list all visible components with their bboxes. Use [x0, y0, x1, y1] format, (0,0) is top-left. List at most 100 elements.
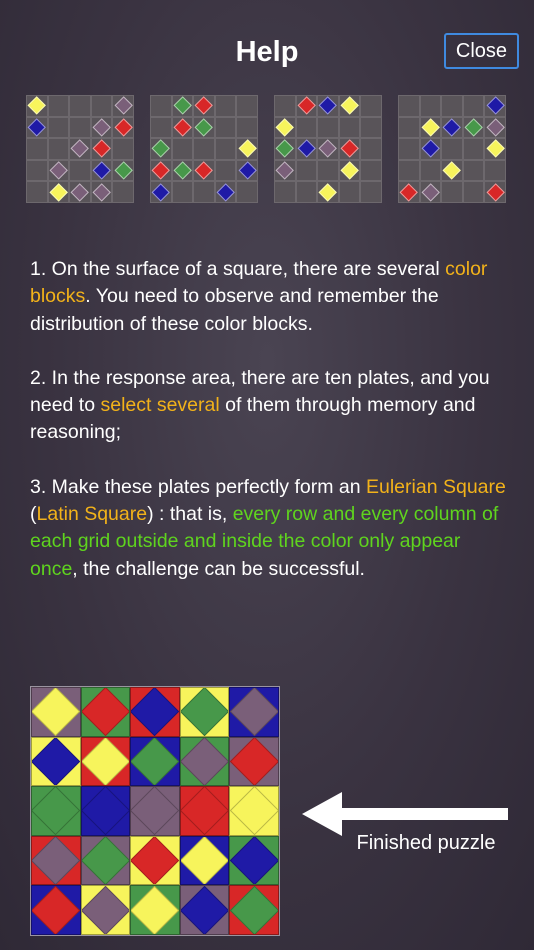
thumbnail-cell: [274, 95, 296, 117]
instruction-text: 1. On the surface of a square, there are…: [30, 258, 446, 280]
finished-puzzle-grid: [30, 686, 280, 936]
instruction-text: 3. Make these plates perfectly form an: [30, 475, 366, 498]
puzzle-cell: [130, 885, 180, 935]
thumbnail-cell: [236, 116, 258, 139]
puzzle-cell: [31, 786, 81, 836]
puzzle-diamond: [81, 886, 130, 934]
thumbnail-cell: [295, 159, 318, 182]
instruction-text: . You need to observe and remember the d…: [30, 285, 439, 335]
thumbnail-cell: [398, 138, 420, 160]
puzzle-diamond: [131, 687, 179, 736]
thumbnail-cell: [274, 181, 296, 203]
thumbnail-cell: [462, 95, 485, 117]
thumbnail-cell: [419, 95, 442, 117]
puzzle-diamond: [31, 687, 80, 736]
thumbnail-cell: [214, 95, 237, 117]
thumbnail-cell: [317, 159, 339, 182]
thumbnail-cell: [295, 181, 318, 203]
thumbnail-cell: [26, 159, 48, 182]
puzzle-diamond: [81, 836, 130, 885]
puzzle-cell: [31, 885, 81, 935]
puzzle-diamond: [31, 836, 80, 885]
puzzle-cell: [229, 687, 279, 737]
puzzle-diamond: [180, 886, 229, 934]
close-button[interactable]: Close: [444, 33, 519, 69]
puzzle-diamond: [230, 737, 278, 786]
thumbnail-cell: [47, 116, 70, 139]
thumbnail-cell: [69, 116, 91, 139]
instruction-step-2: 2. In the response area, there are ten p…: [30, 365, 510, 447]
puzzle-diamond: [230, 836, 278, 885]
puzzle-diamond: [131, 836, 179, 885]
puzzle-diamond: [131, 787, 179, 835]
puzzle-diamond: [230, 886, 278, 934]
puzzle-cell: [229, 786, 279, 836]
puzzle-cell: [80, 835, 131, 886]
thumbnail-cell: [295, 116, 318, 139]
thumbnail-cell: [338, 181, 361, 203]
instructions: 1. On the surface of a square, there are…: [30, 256, 510, 610]
puzzle-diamond: [131, 737, 179, 786]
puzzle-diamond: [81, 687, 130, 736]
thumbnail-cell: [214, 138, 237, 160]
instruction-step-3: 3. Make these plates perfectly form an E…: [30, 474, 510, 583]
thumbnail-cell: [338, 116, 361, 139]
puzzle-cell: [80, 736, 131, 787]
thumbnail-cell: [193, 138, 215, 160]
thumbnail-cell: [462, 159, 485, 182]
puzzle-cell: [80, 885, 131, 935]
thumbnail-cell: [171, 138, 194, 160]
arrow-left-icon: [302, 792, 508, 836]
puzzle-diamond: [230, 687, 278, 736]
thumbnail-cell: [360, 95, 382, 117]
puzzle-cell: [229, 835, 279, 886]
puzzle-cell: [179, 885, 230, 935]
thumbnail-cell: [112, 138, 134, 160]
puzzle-cell: [130, 786, 180, 836]
puzzle-diamond: [230, 787, 278, 835]
thumbnail-cell: [360, 181, 382, 203]
thumbnail-cell: [398, 95, 420, 117]
thumbnail-cell: [360, 138, 382, 160]
thumbnail-cell: [214, 159, 237, 182]
puzzle-diamond: [131, 886, 179, 934]
puzzle-cell: [80, 687, 131, 737]
puzzle-cell: [130, 736, 180, 787]
thumbnail-cell: [47, 138, 70, 160]
instruction-highlight: Eulerian Square: [366, 475, 506, 498]
thumbnail-cell: [317, 116, 339, 139]
example-thumbnail: [274, 95, 382, 203]
puzzle-cell: [130, 687, 180, 737]
puzzle-cell: [229, 885, 279, 935]
puzzle-diamond: [81, 737, 130, 786]
puzzle-cell: [179, 835, 230, 886]
thumbnail-cell: [150, 116, 172, 139]
instruction-highlight: Latin Square: [36, 503, 148, 526]
puzzle-diamond: [180, 787, 229, 835]
instruction-step-1: 1. On the surface of a square, there are…: [30, 256, 510, 338]
thumbnail-cell: [26, 138, 48, 160]
thumbnail-cell: [214, 116, 237, 139]
thumbnail-cell: [398, 159, 420, 182]
example-thumbnail: [398, 95, 506, 203]
example-thumbnail: [26, 95, 134, 203]
thumbnail-cell: [462, 138, 485, 160]
instruction-text: ) : that is,: [147, 503, 233, 526]
thumbnail-cell: [462, 181, 485, 203]
puzzle-cell: [179, 736, 230, 787]
instruction-text: , the challenge can be successful.: [72, 557, 365, 580]
thumbnail-cell: [26, 181, 48, 203]
puzzle-diamond: [81, 787, 130, 835]
thumbnail-cell: [193, 181, 215, 203]
puzzle-cell: [80, 786, 131, 836]
thumbnail-cell: [419, 159, 442, 182]
thumbnail-cell: [441, 138, 463, 160]
thumbnail-cell: [360, 159, 382, 182]
thumbnail-cell: [441, 181, 463, 203]
puzzle-diamond: [31, 737, 80, 786]
finished-puzzle-label: Finished puzzle: [356, 832, 496, 854]
puzzle-cell: [31, 687, 81, 737]
thumbnail-cell: [150, 95, 172, 117]
thumbnail-cell: [171, 181, 194, 203]
puzzle-cell: [229, 736, 279, 787]
